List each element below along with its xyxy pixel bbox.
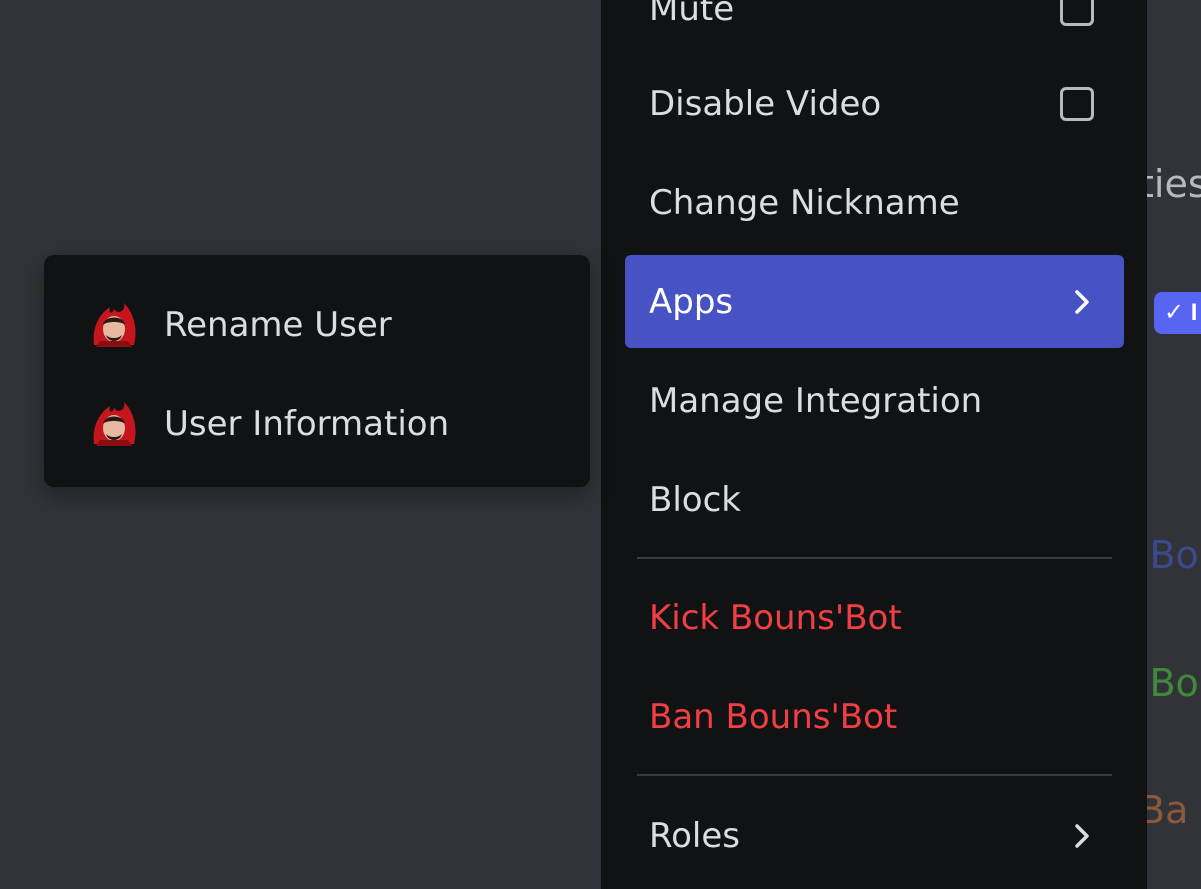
disable-video-checkbox[interactable] (1060, 86, 1094, 121)
user-context-menu: Mute Disable Video Change Nickname Apps … (601, 0, 1147, 889)
apps-submenu: Rename User User Information (44, 255, 590, 487)
menu-item-kick[interactable]: Kick Bouns'Bot (625, 571, 1124, 664)
menu-item-label: Change Nickname (649, 182, 960, 223)
background-text-fragment: 'Bo (1147, 661, 1199, 705)
background-text-fragment: Ba (1147, 788, 1189, 832)
app-command-rename-user[interactable]: Rename User (68, 279, 566, 371)
menu-item-mute[interactable]: Mute (625, 0, 1124, 55)
menu-item-disable-video[interactable]: Disable Video (625, 57, 1124, 150)
background-text-fragment: ties (1147, 162, 1201, 206)
menu-item-ban[interactable]: Ban Bouns'Bot (625, 670, 1124, 763)
menu-item-apps[interactable]: Apps (625, 255, 1124, 348)
menu-item-block[interactable]: Block (625, 453, 1124, 546)
menu-item-label: Kick Bouns'Bot (649, 597, 902, 638)
app-command-user-information[interactable]: User Information (68, 378, 566, 470)
menu-divider (637, 774, 1112, 776)
chevron-right-icon (1064, 818, 1100, 854)
menu-item-label: Roles (649, 815, 740, 856)
mute-checkbox[interactable] (1060, 0, 1094, 26)
check-icon: ✓ (1164, 299, 1185, 326)
menu-divider (637, 557, 1112, 559)
background-channel-area: ties ✓ I 'Bo 'Bo Ba (1147, 0, 1201, 889)
menu-item-label: Manage Integration (649, 380, 983, 421)
menu-item-roles[interactable]: Roles (625, 789, 1124, 882)
app-avatar-icon (88, 299, 140, 351)
app-avatar-icon (88, 398, 140, 450)
app-command-label: Rename User (164, 305, 392, 345)
badge-letter: I (1190, 299, 1198, 326)
menu-item-label: Block (649, 479, 741, 520)
menu-item-label: Apps (649, 281, 734, 322)
verified-app-badge: ✓ I (1154, 292, 1201, 334)
menu-item-manage-integration[interactable]: Manage Integration (625, 354, 1124, 447)
menu-item-change-nickname[interactable]: Change Nickname (625, 156, 1124, 249)
menu-item-label: Mute (649, 0, 735, 29)
menu-item-label: Ban Bouns'Bot (649, 696, 898, 737)
app-command-label: User Information (164, 404, 450, 444)
menu-item-label: Disable Video (649, 83, 882, 124)
chevron-right-icon (1064, 284, 1100, 320)
background-text-fragment: 'Bo (1147, 533, 1199, 577)
